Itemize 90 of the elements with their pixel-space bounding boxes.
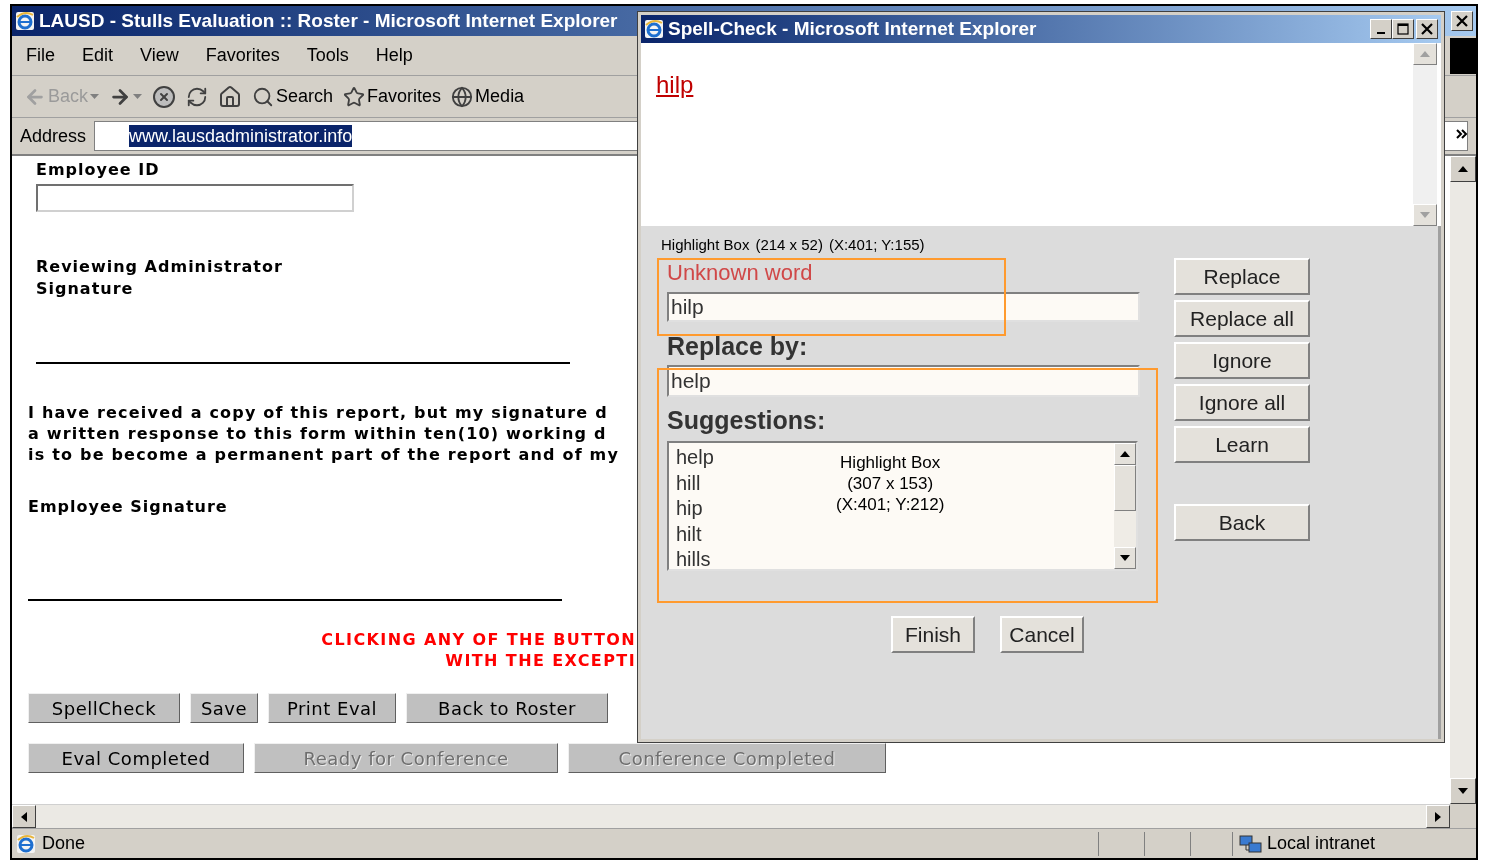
field-label: Suggestions: — [667, 405, 826, 436]
dialog-button[interactable]: Replace all — [1174, 300, 1310, 337]
menu-item[interactable]: Tools — [306, 42, 349, 69]
statement-text: I have received a copy of this report, but my signature d — [28, 402, 608, 423]
form-button[interactable]: SpellCheck — [28, 693, 180, 723]
field-label: Unknown word — [667, 260, 813, 286]
up-arrow-icon — [1458, 166, 1468, 172]
window-title: LAUSD - Stulls Evaluation :: Roster - Microsoft Internet Explorer — [39, 8, 618, 33]
field-label: Reviewing Administrator Signature — [36, 256, 284, 300]
dialog-button[interactable]: Replace — [1174, 258, 1310, 295]
down-arrow-icon — [1120, 555, 1130, 561]
close-button[interactable] — [1451, 11, 1473, 31]
globe-icon — [451, 85, 474, 108]
menu-item[interactable]: Help — [375, 42, 413, 69]
vertical-scrollbar[interactable] — [1450, 156, 1476, 804]
minimize-icon — [1377, 32, 1385, 34]
browser-logo-icon — [16, 833, 36, 854]
scroll-left-button[interactable] — [12, 805, 36, 828]
right-arrow-icon — [1435, 811, 1441, 822]
left-arrow-icon — [21, 811, 27, 822]
dialog-button[interactable]: Cancel — [1000, 616, 1084, 653]
dialog-button[interactable]: Finish — [891, 616, 975, 653]
scroll-up-button[interactable] — [1450, 156, 1476, 182]
toolbar-button[interactable] — [152, 84, 177, 109]
toolbar-button[interactable] — [186, 85, 209, 108]
suggestion-item[interactable]: hills — [676, 547, 711, 573]
address-label: Address — [20, 124, 87, 148]
scroll-up-button[interactable] — [1114, 443, 1136, 465]
field-label: Replace by: — [667, 331, 808, 361]
toolbar-button[interactable] — [218, 84, 243, 109]
warning-text: CLICKING ANY OF THE BUTTON — [321, 629, 636, 650]
dialog-button[interactable]: Ignore — [1174, 342, 1310, 379]
statement-text: a written response to this form within ten(10) working d — [28, 423, 607, 444]
down-arrow-icon — [1458, 788, 1468, 794]
home-icon — [218, 84, 243, 109]
minimize-button[interactable] — [1370, 19, 1392, 39]
misspelled-word: hilp — [656, 71, 694, 98]
suggestion-item[interactable]: help — [676, 445, 714, 471]
status-text: Done — [42, 832, 86, 855]
suggestion-item[interactable]: hill — [676, 470, 701, 496]
suggestion-item[interactable]: hilt — [676, 521, 702, 547]
close-icon — [1421, 23, 1433, 35]
maximize-icon — [1397, 23, 1409, 35]
toolbar-button[interactable]: Media — [451, 83, 525, 110]
suggestion-item[interactable]: hip — [676, 496, 703, 522]
maximize-button[interactable] — [1392, 19, 1414, 39]
dropdown-caret-icon — [133, 94, 143, 99]
form-button[interactable]: Eval Completed — [28, 743, 244, 773]
form-button[interactable]: Print Eval — [268, 693, 396, 723]
replace-field[interactable]: help — [667, 365, 1140, 397]
browser-logo-icon — [644, 19, 664, 39]
close-icon — [1456, 15, 1468, 27]
highlight-box-label: Highlight Box (214 x 52) (X:401; Y:155) — [661, 236, 925, 254]
toolbar-button[interactable]: Search — [252, 83, 334, 110]
browser-logo-icon — [15, 11, 35, 31]
employee-id-field[interactable] — [36, 184, 354, 212]
dialog-button[interactable]: Learn — [1174, 426, 1310, 463]
scroll-down-button[interactable] — [1114, 547, 1136, 569]
highlight-box-label: Highlight Box (307 x 153) (X:401; Y:212) — [836, 452, 945, 515]
up-arrow-icon — [1420, 51, 1430, 57]
form-button[interactable]: Save — [190, 693, 258, 723]
field-label: Employee Signature — [28, 496, 228, 518]
zone-text: Local intranet — [1267, 832, 1376, 855]
statement-text: is to be become a permanent part of the report and of my — [28, 444, 620, 465]
field-label: Employee ID — [36, 159, 160, 181]
down-arrow-icon — [1420, 212, 1430, 218]
search-icon — [252, 85, 275, 108]
menu-item[interactable]: Favorites — [205, 42, 280, 69]
stop-icon — [152, 84, 177, 109]
dropdown-caret-icon — [90, 94, 100, 99]
list-scrollbar[interactable] — [1114, 443, 1136, 569]
toolbar-button[interactable]: Favorites — [343, 83, 442, 110]
scroll-down-button[interactable] — [1450, 778, 1476, 804]
star-icon — [343, 85, 366, 108]
form-button[interactable]: Back to Roster — [406, 693, 608, 723]
dialog-button[interactable]: Ignore all — [1174, 384, 1310, 421]
dialog-button[interactable]: Back — [1174, 504, 1310, 541]
menu-item[interactable]: View — [140, 42, 179, 69]
warning-text: WITH THE EXCEPTI — [445, 650, 636, 671]
menu-item[interactable]: Edit — [82, 42, 114, 69]
menu-item[interactable]: File — [26, 42, 55, 69]
scroll-right-button[interactable] — [1426, 805, 1450, 828]
horizontal-scrollbar[interactable] — [12, 804, 1450, 828]
refresh-icon — [186, 85, 209, 108]
scroll-thumb[interactable] — [1114, 465, 1136, 511]
window-title: Spell-Check - Microsoft Internet Explorer — [668, 16, 1037, 41]
unknown-word-field[interactable]: hilp — [667, 292, 1140, 322]
up-arrow-icon — [1120, 451, 1130, 457]
network-icon — [1239, 833, 1263, 854]
close-button[interactable] — [1416, 19, 1438, 39]
